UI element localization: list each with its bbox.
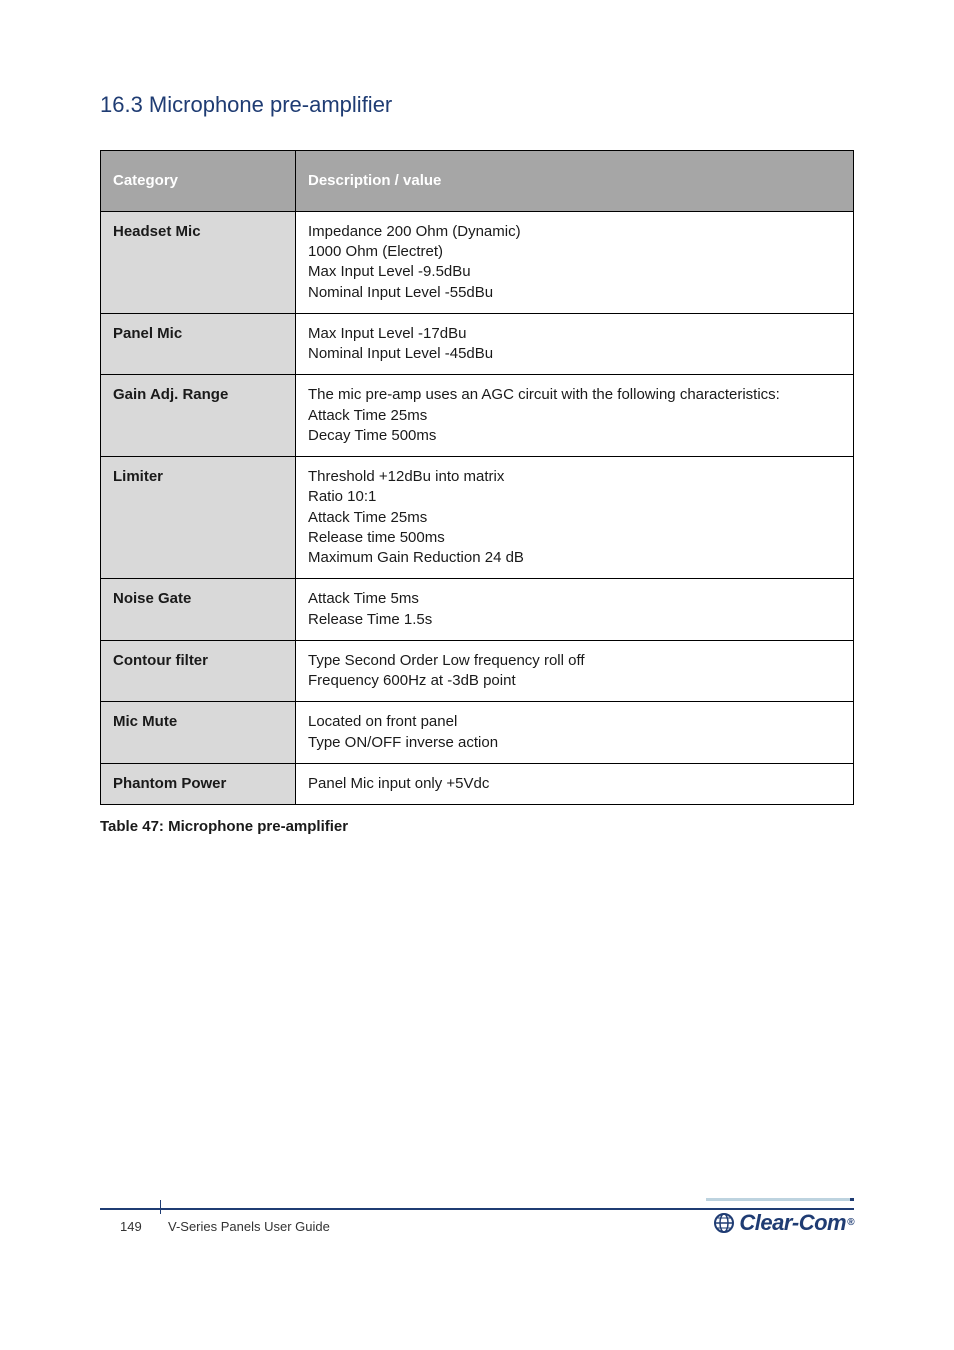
cell-category: Panel Mic xyxy=(101,313,296,375)
footer-doc-title: V-Series Panels User Guide xyxy=(168,1218,330,1236)
cell-description: Located on front panelType ON/OFF invers… xyxy=(296,702,854,764)
globe-icon xyxy=(713,1212,735,1234)
cell-description: Max Input Level -17dBuNominal Input Leve… xyxy=(296,313,854,375)
col-header-description: Description / value xyxy=(296,150,854,211)
cell-category: Gain Adj. Range xyxy=(101,375,296,457)
footer-tick xyxy=(160,1200,161,1214)
table-row: Panel Mic Max Input Level -17dBuNominal … xyxy=(101,313,854,375)
table-caption: Table 47: Microphone pre-amplifier xyxy=(100,817,854,837)
table-row: Contour filter Type Second Order Low fre… xyxy=(101,640,854,702)
cell-description: Attack Time 5msRelease Time 1.5s xyxy=(296,579,854,641)
table-row: Phantom Power Panel Mic input only +5Vdc xyxy=(101,763,854,804)
registered-icon: ® xyxy=(847,1216,854,1230)
cell-category: Phantom Power xyxy=(101,763,296,804)
cell-description: Threshold +12dBu into matrixRatio 10:1At… xyxy=(296,457,854,579)
footer-logo-text: Clear-Com xyxy=(739,1208,846,1238)
cell-description: Impedance 200 Ohm (Dynamic)1000 Ohm (Ele… xyxy=(296,211,854,313)
table-row: Noise Gate Attack Time 5msRelease Time 1… xyxy=(101,579,854,641)
section-title: 16.3 Microphone pre-amplifier xyxy=(100,90,854,120)
cell-category: Limiter xyxy=(101,457,296,579)
cell-description: Panel Mic input only +5Vdc xyxy=(296,763,854,804)
table-row: Headset Mic Impedance 200 Ohm (Dynamic)1… xyxy=(101,211,854,313)
footer-logo: Clear-Com® xyxy=(713,1208,854,1238)
cell-category: Mic Mute xyxy=(101,702,296,764)
table-row: Limiter Threshold +12dBu into matrixRati… xyxy=(101,457,854,579)
cell-description: The mic pre-amp uses an AGC circuit with… xyxy=(296,375,854,457)
cell-category: Contour filter xyxy=(101,640,296,702)
footer-page-number: 149 xyxy=(120,1218,142,1236)
cell-category: Headset Mic xyxy=(101,211,296,313)
col-header-category: Category xyxy=(101,150,296,211)
table-row: Gain Adj. Range The mic pre-amp uses an … xyxy=(101,375,854,457)
cell-category: Noise Gate xyxy=(101,579,296,641)
spec-table: Category Description / value Headset Mic… xyxy=(100,150,854,806)
cell-description: Type Second Order Low frequency roll off… xyxy=(296,640,854,702)
footer-accent-bar xyxy=(706,1190,854,1196)
table-row: Mic Mute Located on front panelType ON/O… xyxy=(101,702,854,764)
